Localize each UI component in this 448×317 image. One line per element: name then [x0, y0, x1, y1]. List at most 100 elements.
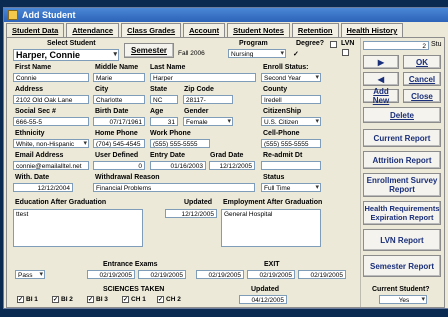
- degree-checkbox[interactable]: [330, 41, 337, 48]
- middle-name-field[interactable]: Marie: [93, 73, 145, 82]
- current-report-button[interactable]: Current Report: [363, 129, 441, 147]
- birth-date-label: Birth Date: [95, 108, 129, 115]
- county-field[interactable]: Iredell: [261, 95, 321, 104]
- tab-health-history[interactable]: Health History: [340, 23, 404, 37]
- exit-date-1-field[interactable]: 02/19/2005: [196, 270, 244, 279]
- enroll-status-combo[interactable]: Second Year: [261, 73, 321, 82]
- science-bi3-label: BI 3: [96, 296, 108, 303]
- exit-label: EXIT: [264, 261, 280, 268]
- email-label: Email Address: [15, 152, 64, 159]
- ethnicity-combo[interactable]: White, non-Hispanic: [13, 139, 89, 148]
- exam-date-1-field[interactable]: 02/19/2005: [87, 270, 135, 279]
- lvn-report-button[interactable]: LVN Report: [363, 229, 441, 251]
- prev-arrow-icon: ◀: [377, 74, 385, 84]
- last-name-field[interactable]: Harper: [150, 73, 256, 82]
- exit-date-2-field[interactable]: 02/19/2005: [247, 270, 295, 279]
- science-ch1[interactable]: ✓ CH 1: [122, 296, 146, 303]
- age-field[interactable]: 31: [150, 117, 178, 126]
- entry-date-field[interactable]: 01/16/2003: [150, 161, 206, 170]
- city-label: City: [95, 86, 109, 93]
- last-name-label: Last Name: [150, 64, 186, 71]
- grad-date-field[interactable]: 12/12/2005: [209, 161, 255, 170]
- county-label: County: [263, 86, 288, 93]
- city-field[interactable]: Charlotte: [93, 95, 145, 104]
- tab-student-data[interactable]: Student Data: [6, 23, 65, 37]
- with-date-field[interactable]: 12/12/2004: [13, 183, 73, 192]
- checkbox-bi1[interactable]: ✓: [17, 296, 24, 303]
- age-label: Age: [150, 108, 164, 115]
- exam-result-combo[interactable]: Pass: [15, 270, 45, 279]
- prev-record-button[interactable]: ◀: [363, 72, 399, 86]
- education-after-field[interactable]: ttest: [13, 209, 143, 247]
- entry-date-label: Entry Date: [150, 152, 186, 159]
- program-combo[interactable]: Nursing: [228, 49, 286, 58]
- ssn-field[interactable]: 666-55-5: [13, 117, 89, 126]
- science-ch2[interactable]: ✓ CH 2: [157, 296, 181, 303]
- close-button[interactable]: Close: [403, 89, 441, 103]
- email-field[interactable]: connie@emailalltel.net: [13, 161, 89, 170]
- science-bi3[interactable]: ✓ BI 3: [87, 296, 108, 303]
- science-bi2[interactable]: ✓ BI 2: [52, 296, 73, 303]
- form-icon: [8, 10, 18, 20]
- zip-field[interactable]: 28117-: [183, 95, 233, 104]
- birth-date-field[interactable]: 07/17/1961: [93, 117, 145, 126]
- select-student-label: Select Student: [47, 40, 96, 47]
- next-record-button[interactable]: ▶: [363, 55, 399, 69]
- state-field[interactable]: NC: [150, 95, 178, 104]
- withdrawal-reason-field[interactable]: Financial Problems: [93, 183, 255, 192]
- health-req-report-button[interactable]: Health Requirements Expiration Report: [363, 201, 441, 225]
- sci-updated-field[interactable]: 04/12/2005: [239, 295, 287, 304]
- semester-button[interactable]: Semester: [124, 43, 174, 58]
- add-new-button[interactable]: Add New: [363, 87, 399, 105]
- semester-report-button[interactable]: Semester Report: [363, 255, 441, 277]
- enrollment-survey-button[interactable]: Enrollment Survey Report: [363, 173, 441, 197]
- tab-class-grades[interactable]: Class Grades: [121, 23, 182, 37]
- select-student-combo[interactable]: Harper, Connie: [13, 49, 119, 61]
- exam-date-2-field[interactable]: 02/19/2005: [138, 270, 186, 279]
- edu-updated-field[interactable]: 12/12/2005: [165, 209, 217, 218]
- cell-phone-field[interactable]: (555) 555-5555: [261, 139, 321, 148]
- cell-phone-label: Cell-Phone: [263, 130, 300, 137]
- citizenship-combo[interactable]: U.S. Citizen: [261, 117, 321, 126]
- home-phone-label: Home Phone: [95, 130, 138, 137]
- checkbox-ch1[interactable]: ✓: [122, 296, 129, 303]
- tab-attendance[interactable]: Attendance: [66, 23, 120, 37]
- address-label: Address: [15, 86, 44, 93]
- science-bi2-label: BI 2: [61, 296, 73, 303]
- delete-button[interactable]: Delete: [363, 107, 441, 123]
- ok-button[interactable]: OK: [403, 55, 441, 69]
- semester-value: Fall 2006: [178, 50, 205, 57]
- home-phone-field[interactable]: (704) 545-4545: [93, 139, 145, 148]
- education-after-label: Education After Graduation: [15, 199, 107, 206]
- user-defined-label: User Defined: [95, 152, 139, 159]
- sci-updated-label: Updated: [251, 286, 279, 293]
- lvn-checkbox[interactable]: [342, 49, 349, 56]
- cancel-button[interactable]: Cancel: [403, 72, 441, 86]
- checkbox-bi2[interactable]: ✓: [52, 296, 59, 303]
- ssn-label: Social Sec #: [15, 108, 56, 115]
- lvn-number-field[interactable]: 2: [363, 41, 429, 50]
- work-phone-field[interactable]: (555) 555-5555: [150, 139, 210, 148]
- tab-retention[interactable]: Retention: [291, 23, 339, 37]
- tab-strip: Student Data Attendance Class Grades Acc…: [6, 23, 448, 37]
- first-name-field[interactable]: Connie: [13, 73, 89, 82]
- science-bi1-label: BI 1: [26, 296, 38, 303]
- entrance-exams-label: Entrance Exams: [103, 261, 158, 268]
- exit-date-3-field[interactable]: 02/19/2005: [298, 270, 346, 279]
- readmit-label: Re-admit Dt: [263, 152, 303, 159]
- status-combo[interactable]: Full Time: [261, 183, 321, 192]
- middle-name-label: Middle Name: [95, 64, 139, 71]
- current-student-combo[interactable]: Yes: [379, 295, 427, 304]
- user-defined-field[interactable]: 0: [93, 161, 145, 170]
- science-bi1[interactable]: ✓ BI 1: [17, 296, 38, 303]
- checkbox-bi3[interactable]: ✓: [87, 296, 94, 303]
- attrition-report-button[interactable]: Attrition Report: [363, 151, 441, 169]
- readmit-field[interactable]: [261, 161, 321, 170]
- work-phone-label: Work Phone: [150, 130, 191, 137]
- gender-combo[interactable]: Female: [183, 117, 233, 126]
- employment-after-field[interactable]: General Hospital: [221, 209, 321, 247]
- tab-account[interactable]: Account: [183, 23, 226, 37]
- address-field[interactable]: 2102 Old Oak Lane: [13, 95, 89, 104]
- tab-student-notes[interactable]: Student Notes: [227, 23, 290, 37]
- checkbox-ch2[interactable]: ✓: [157, 296, 164, 303]
